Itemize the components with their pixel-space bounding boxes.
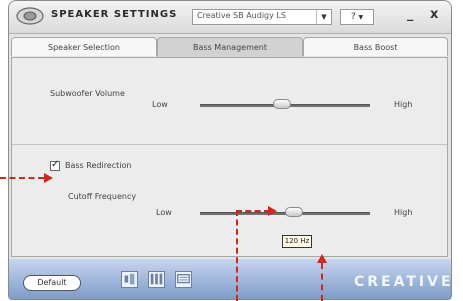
minimize-button[interactable]: _ xyxy=(407,7,414,22)
help-button[interactable]: ? ▼ xyxy=(340,9,374,25)
cutoff-frequency-label: Cutoff Frequency xyxy=(68,192,137,201)
speaker-config-icon[interactable] xyxy=(121,271,138,288)
cutoff-low-label: Low xyxy=(156,208,172,217)
subwoofer-volume-label: Subwoofer Volume xyxy=(50,89,125,98)
cutoff-value-tooltip: 120 Hz xyxy=(282,235,312,248)
tab-bar: Speaker Selection Bass Management Bass B… xyxy=(11,37,448,57)
footer-bar: Default CREATIVE xyxy=(9,259,451,299)
creative-logo: CREATIVE xyxy=(354,274,452,290)
annotation-line-slider-vertical xyxy=(236,210,238,301)
subwoofer-low-label: Low xyxy=(152,100,168,109)
subwoofer-high-label: High xyxy=(394,100,413,109)
bass-redirection-label: Bass Redirection xyxy=(65,161,132,170)
check-icon: ✓ xyxy=(51,159,60,170)
chevron-down-icon: ▼ xyxy=(358,14,364,21)
close-button[interactable]: x xyxy=(430,7,438,22)
bass-redirection-checkbox[interactable]: ✓ xyxy=(50,159,60,171)
bass-management-panel: Subwoofer Volume Low High ✓ Bass Redirec… xyxy=(11,57,448,257)
chevron-down-icon[interactable]: ▼ xyxy=(316,10,331,24)
bass-redirection-section: ✓ Bass Redirection Cutoff Frequency Low … xyxy=(12,144,447,257)
tab-speaker-selection[interactable]: Speaker Selection xyxy=(11,37,157,56)
annotation-line-slider-horizontal xyxy=(236,210,270,212)
annotation-arrow-slider xyxy=(268,206,277,216)
tab-bass-boost[interactable]: Bass Boost xyxy=(303,37,448,56)
device-select-value: Creative SB Audigy LS xyxy=(197,11,286,20)
speaker-logo-icon xyxy=(16,7,44,25)
subwoofer-volume-thumb[interactable] xyxy=(272,99,291,109)
annotation-line-checkbox xyxy=(0,177,44,179)
title-bar: SPEAKER SETTINGS Creative SB Audigy LS ▼… xyxy=(9,1,451,34)
device-select[interactable]: Creative SB Audigy LS ▼ xyxy=(192,9,332,25)
annotation-line-tooltip xyxy=(321,263,323,301)
annotation-arrow-checkbox xyxy=(44,173,53,183)
help-label: ? xyxy=(350,12,356,22)
window-title: SPEAKER SETTINGS xyxy=(51,9,178,20)
tab-bass-management[interactable]: Bass Management xyxy=(157,37,303,57)
speaker-settings-window: SPEAKER SETTINGS Creative SB Audigy LS ▼… xyxy=(8,0,452,300)
cutoff-high-label: High xyxy=(394,208,413,217)
annotation-arrow-tooltip xyxy=(317,254,327,263)
display-icon[interactable] xyxy=(175,271,192,288)
equalizer-icon[interactable] xyxy=(148,271,165,288)
default-button[interactable]: Default xyxy=(23,275,81,291)
cutoff-frequency-thumb[interactable] xyxy=(284,207,303,217)
